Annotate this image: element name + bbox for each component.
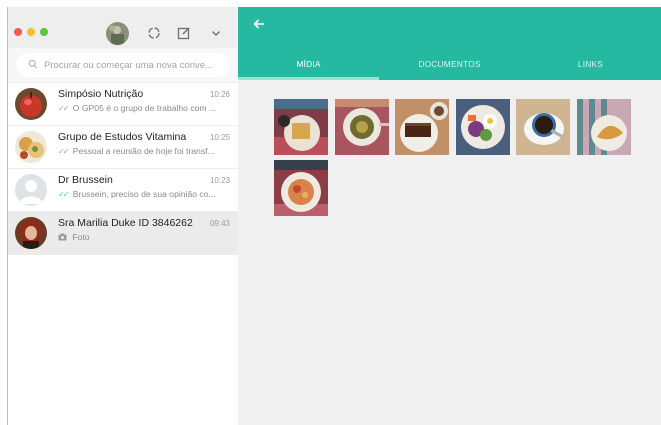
tab-links[interactable]: LINKS	[520, 48, 661, 80]
media-panel-header	[238, 7, 661, 48]
chat-preview: ✓✓ Brussein, preciso de sua opinião co..…	[58, 189, 230, 199]
chat-preview-text: Pessoal a reunião de hoje foi transf...	[72, 146, 215, 156]
chat-list: Simpósio Nutrição 10:26 ✓✓ O GP05 é o gr…	[8, 83, 238, 425]
chat-item-dr-brussein[interactable]: Dr Brussein 10:23 ✓✓ Brussein, preciso d…	[8, 169, 238, 212]
chat-time: 10:23	[209, 176, 230, 185]
chat-item-simposio-nutricao[interactable]: Simpósio Nutrição 10:26 ✓✓ O GP05 é o gr…	[8, 83, 238, 126]
back-arrow-icon[interactable]	[252, 17, 272, 37]
media-thumbnail-cake[interactable]	[395, 99, 449, 155]
new-chat-icon[interactable]	[175, 24, 193, 42]
media-thumbnail-toast[interactable]	[274, 99, 328, 155]
media-tabs: MÍDIA DOCUMENTOS LINKS	[238, 48, 661, 80]
chat-preview: Foto	[58, 232, 230, 243]
search-input[interactable]	[42, 58, 221, 72]
media-thumbnail-croissant[interactable]	[577, 99, 631, 155]
chat-item-grupo-estudos-vitamina[interactable]: Grupo de Estudos Vitamina 10:25 ✓✓ Pesso…	[8, 126, 238, 169]
chat-sidebar: Simpósio Nutrição 10:26 ✓✓ O GP05 é o gr…	[7, 7, 238, 425]
camera-icon	[58, 233, 67, 243]
chat-avatar	[15, 88, 47, 120]
profile-avatar[interactable]	[106, 22, 129, 45]
double-check-icon: ✓✓	[58, 104, 69, 113]
media-thumbnail-pasta[interactable]	[274, 160, 328, 216]
sidebar-header	[8, 7, 238, 48]
chat-preview: ✓✓ O GP05 é o grupo de trabalho com ...	[58, 103, 230, 113]
status-icon[interactable]	[145, 24, 163, 42]
chat-preview-text: Brussein, preciso de sua opinião co...	[72, 189, 216, 199]
search-bar	[8, 48, 238, 83]
window-minimize-button[interactable]	[27, 28, 35, 36]
chat-preview-text: Foto	[72, 232, 90, 242]
media-thumbnail-coffee[interactable]	[516, 99, 570, 155]
chat-time: 10:25	[209, 133, 230, 142]
search-box[interactable]	[16, 53, 230, 77]
chat-preview: ✓✓ Pessoal a reunião de hoje foi transf.…	[58, 146, 230, 156]
media-thumbnail-soup[interactable]	[335, 99, 389, 155]
chat-item-sra-marilia-duke[interactable]: Sra Marilia Duke ID 3846262 09:43 Foto	[8, 212, 238, 255]
tab-documentos[interactable]: DOCUMENTOS	[379, 48, 520, 80]
double-check-icon: ✓✓	[58, 147, 69, 156]
chat-name: Grupo de Estudos Vitamina	[58, 131, 187, 143]
chat-name: Simpósio Nutrição	[58, 88, 144, 100]
window-zoom-button[interactable]	[40, 28, 48, 36]
double-check-icon: ✓✓	[58, 190, 69, 199]
chat-avatar	[15, 174, 47, 206]
menu-chevron-icon[interactable]	[207, 24, 225, 42]
chat-time: 10:26	[209, 90, 230, 99]
chat-preview-text: O GP05 é o grupo de trabalho com ...	[72, 103, 217, 113]
app-window: Simpósio Nutrição 10:26 ✓✓ O GP05 é o gr…	[7, 7, 661, 425]
chat-avatar	[15, 217, 47, 249]
chat-time: 09:43	[209, 219, 230, 228]
chat-name: Dr Brussein	[58, 174, 113, 186]
search-icon	[28, 56, 38, 74]
media-grid	[238, 80, 661, 425]
chat-name: Sra Marilia Duke ID 3846262	[58, 217, 193, 229]
media-panel: MÍDIA DOCUMENTOS LINKS	[238, 7, 661, 425]
window-close-button[interactable]	[14, 28, 22, 36]
tab-midia[interactable]: MÍDIA	[238, 48, 379, 80]
media-thumbnail-salad[interactable]	[456, 99, 510, 155]
chat-avatar	[15, 131, 47, 163]
